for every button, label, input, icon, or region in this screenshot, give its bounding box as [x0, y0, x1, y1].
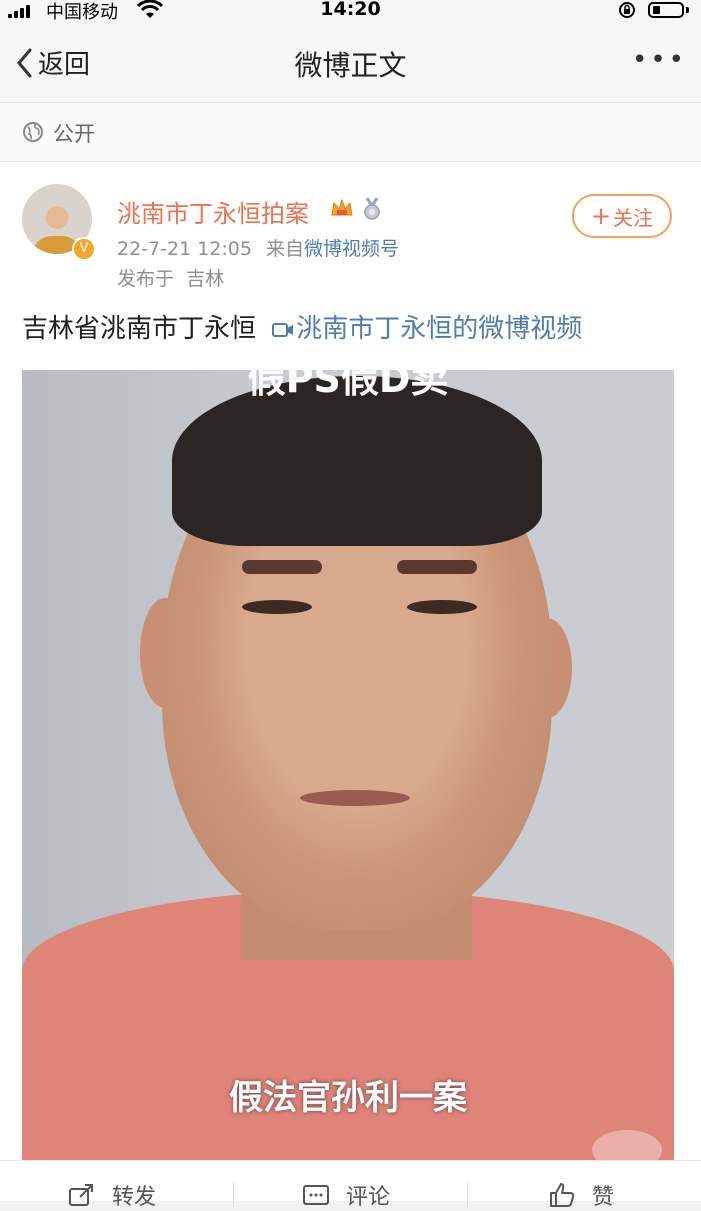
comment-label: 评论	[346, 1185, 391, 1210]
video-eye-right	[407, 600, 477, 614]
globe-icon	[23, 122, 43, 142]
video-link-icon	[272, 322, 294, 337]
like-button[interactable]: 赞	[548, 1179, 614, 1211]
video-player[interactable]: 假PS假D卖 假法官孙利一案	[22, 370, 674, 1160]
source-prefix: 来自	[266, 238, 305, 260]
nav-bar: 返回 微博正文 •••	[0, 22, 701, 103]
video-link-label: 洮南市丁永恒的微博视频	[296, 314, 583, 344]
author-name[interactable]: 洮南市丁永恒拍案	[117, 194, 309, 229]
post-text: 吉林省洮南市丁永恒 洮南市丁永恒的微博视频	[22, 308, 582, 345]
verified-icon: V	[72, 237, 96, 261]
visibility-row: 公开	[0, 103, 701, 162]
comment-button[interactable]: 评论	[302, 1179, 390, 1211]
clock: 14:20	[320, 0, 381, 20]
post-meta: 22-7-21 12:05 来自微博视频号	[117, 234, 399, 261]
video-eye-left	[242, 600, 312, 614]
follow-label: 关注	[613, 205, 654, 230]
action-divider	[233, 1183, 234, 1207]
repost-label: 转发	[112, 1185, 157, 1210]
video-mouth	[300, 790, 410, 806]
location-value: 吉林	[186, 268, 225, 290]
plus-icon: +	[590, 202, 612, 230]
visibility-label: 公开	[53, 122, 95, 146]
action-divider	[467, 1183, 468, 1207]
comment-icon	[303, 1185, 329, 1205]
status-bar: 中国移动 14:20	[0, 0, 701, 23]
post-location: 发布于 吉林	[117, 264, 224, 291]
post-date: 22-7-21 12:05	[117, 238, 252, 260]
video-caption-top: 假PS假D卖	[247, 370, 449, 401]
video-caption: 假法官孙利一案	[229, 1078, 467, 1118]
battery-icon	[648, 2, 684, 18]
more-icon[interactable]: •••	[632, 47, 687, 73]
follow-button[interactable]: + 关注	[572, 194, 672, 238]
post-card: V 洮南市丁永恒拍案 + 关注 22-7-21 12:05 来自微博视频号 发布…	[0, 162, 701, 1200]
battery-tip	[686, 7, 689, 13]
video-link[interactable]: 洮南市丁永恒的微博视频	[272, 314, 582, 344]
rotation-lock-icon	[619, 2, 635, 18]
location-prefix: 发布于	[117, 268, 175, 290]
post-source[interactable]: 微博视频号	[304, 238, 399, 260]
video-brow-left	[242, 560, 322, 574]
action-bar: 转发 评论 赞	[0, 1160, 701, 1210]
thumbs-up-icon	[550, 1183, 575, 1207]
crown-badge-icon	[331, 198, 353, 216]
page-title: 微博正文	[294, 49, 407, 82]
video-brow-right	[397, 560, 477, 574]
repost-icon	[69, 1184, 93, 1206]
like-label: 赞	[592, 1185, 615, 1210]
post-body: 吉林省洮南市丁永恒	[22, 314, 257, 344]
repost-button[interactable]: 转发	[68, 1179, 156, 1211]
medal-badge-icon	[364, 197, 380, 220]
